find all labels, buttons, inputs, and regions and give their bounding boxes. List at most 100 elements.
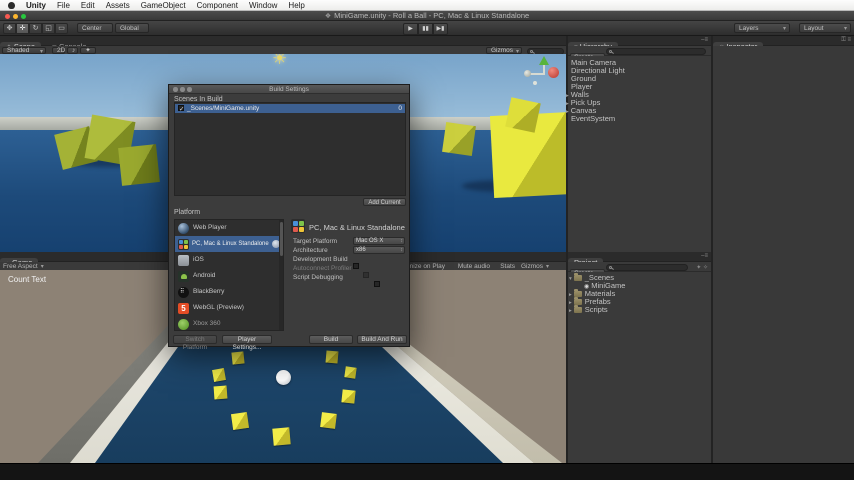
step-button[interactable]: ▶▮: [433, 22, 448, 35]
player-ball: [276, 370, 291, 385]
dialog-close-button[interactable]: [173, 87, 178, 92]
rect-tool-button[interactable]: ▭: [55, 22, 68, 34]
minimize-window-button[interactable]: [13, 13, 18, 19]
dialog-title: Build Settings: [269, 86, 309, 93]
scrollbar-thumb[interactable]: [279, 222, 283, 256]
inspector-panel: [713, 46, 854, 463]
global-local-toggle[interactable]: Global: [115, 23, 149, 33]
unity-editor-window: Unity File Edit Assets GameObject Compon…: [0, 0, 854, 480]
pickup-cube: [272, 427, 291, 446]
build-button[interactable]: Build: [309, 335, 353, 344]
directional-light-gizmo[interactable]: ☀: [272, 54, 287, 69]
pause-button[interactable]: ▮▮: [418, 22, 433, 35]
platform-blackberry[interactable]: BlackBerry: [175, 284, 283, 300]
project-folder-scripts[interactable]: ▸ Scripts: [569, 305, 608, 315]
x-axis-handle[interactable]: [548, 67, 559, 78]
standalone-platform-icon: [178, 238, 189, 250]
stats-toggle[interactable]: Stats: [500, 263, 515, 270]
add-current-button[interactable]: Add Current: [363, 198, 406, 206]
pan-tool-button[interactable]: ✥: [3, 22, 16, 34]
scene-gizmos-dropdown[interactable]: Gizmos ▾: [486, 47, 522, 55]
platform-android[interactable]: Android: [175, 268, 283, 284]
scene-pickup-cube[interactable]: [505, 97, 541, 133]
scene-audio-toggle[interactable]: ♪: [67, 47, 78, 54]
search-icon: [609, 50, 612, 53]
pivot-center-toggle[interactable]: Center: [77, 23, 113, 33]
script-debugging-label: Script Debugging: [293, 274, 343, 281]
xbox-platform-icon: [178, 318, 189, 330]
zoom-window-button[interactable]: [21, 13, 26, 19]
platform-web-player[interactable]: Web Player: [175, 220, 283, 236]
scene-list-item[interactable]: _Scenes/MiniGame.unity 0: [175, 104, 405, 114]
development-build-checkbox[interactable]: [353, 263, 359, 269]
platform-standalone[interactable]: PC, Mac & Linux Standalone: [175, 236, 283, 252]
target-platform-dropdown[interactable]: Mac OS X ↕: [353, 237, 405, 245]
y-axis-arrow[interactable]: [539, 56, 549, 65]
script-debugging-checkbox[interactable]: [373, 281, 380, 287]
rotate-tool-button[interactable]: ↻: [29, 22, 42, 34]
layout-dropdown[interactable]: Layout ▾: [799, 23, 851, 33]
updown-arrows-icon: ↕: [400, 238, 403, 244]
scene-effects-dropdown[interactable]: ✦: [80, 47, 96, 54]
panel-menu-icon[interactable]: ‒≡: [701, 37, 708, 43]
project-search-input[interactable]: [606, 263, 688, 271]
build-and-run-button[interactable]: Build And Run: [357, 335, 407, 344]
aspect-ratio-dropdown[interactable]: Free Aspect ▾: [3, 263, 44, 270]
platform-list[interactable]: Web Player PC, Mac & Linux Standalone iO…: [174, 219, 284, 331]
scene-enabled-checkbox[interactable]: [178, 105, 184, 114]
menu-component[interactable]: Component: [197, 0, 238, 11]
project-panel: ▾ _Scenes ◉ MiniGame ▸ Materials ▸ Prefabs ▸…: [568, 272, 711, 463]
chevron-down-icon: ▾: [782, 26, 786, 32]
dialog-title-bar[interactable]: Build Settings: [169, 85, 409, 94]
play-button[interactable]: ▶: [403, 22, 418, 35]
switch-platform-button: Switch Platform: [173, 335, 217, 351]
platform-webgl[interactable]: 5 WebGL (Preview): [175, 300, 283, 316]
inspector-lock-icon[interactable]: ⚿ ≡: [841, 37, 851, 44]
platform-ios[interactable]: iOS: [175, 252, 283, 268]
platform-list-scrollbar[interactable]: [279, 220, 283, 330]
menu-assets[interactable]: Assets: [106, 0, 130, 11]
pickup-cube: [231, 351, 245, 365]
menu-gameobject[interactable]: GameObject: [141, 0, 186, 11]
scale-tool-button[interactable]: ◱: [42, 22, 55, 34]
menu-unity[interactable]: Unity: [26, 0, 46, 11]
search-icon: [609, 266, 612, 269]
apple-menu-icon[interactable]: [8, 1, 15, 9]
close-window-button[interactable]: [5, 13, 10, 19]
scene-orientation-gizmo[interactable]: [524, 56, 566, 94]
menu-window[interactable]: Window: [249, 0, 277, 11]
status-bar: [0, 463, 854, 480]
game-gizmos-dropdown[interactable]: Gizmos ▾: [521, 263, 549, 270]
menu-help[interactable]: Help: [288, 0, 304, 11]
panel-menu-icon[interactable]: ‒≡: [701, 253, 708, 259]
shading-mode-dropdown[interactable]: Shaded ▾: [2, 47, 46, 55]
expand-arrow-icon[interactable]: ▸: [569, 308, 572, 314]
folder-icon: [573, 289, 582, 297]
project-filter-icons[interactable]: ✦ ✧: [696, 264, 708, 271]
layers-dropdown[interactable]: Layers ▾: [734, 23, 790, 33]
dialog-zoom-button[interactable]: [187, 87, 192, 92]
scenes-in-build-list[interactable]: _Scenes/MiniGame.unity 0: [174, 102, 406, 196]
platform-label: Platform: [174, 209, 201, 216]
menu-file[interactable]: File: [57, 0, 70, 11]
hierarchy-panel: Main Camera Directional Light Ground Pla…: [566, 56, 711, 252]
inspector-tabbar: ⊙Inspector ⚿ ≡: [713, 36, 854, 52]
updown-arrows-icon: ↕: [400, 247, 403, 253]
move-tool-button[interactable]: ✛: [16, 22, 29, 34]
menu-edit[interactable]: Edit: [81, 0, 95, 11]
collapse-arrow-icon[interactable]: ▾: [569, 276, 572, 282]
2d-toggle-button[interactable]: 2D: [52, 47, 65, 54]
hierarchy-search-input[interactable]: [606, 47, 706, 55]
scene-pickup-cube[interactable]: [118, 144, 160, 186]
platform-xbox360[interactable]: Xbox 360: [175, 316, 283, 332]
scene-pickup-cube[interactable]: [442, 122, 476, 156]
pickup-cube: [320, 412, 337, 429]
dialog-minimize-button[interactable]: [180, 87, 185, 92]
mute-audio-toggle[interactable]: Mute audio: [458, 263, 490, 270]
player-settings-button[interactable]: Player Settings...: [222, 335, 272, 351]
hierarchy-item-eventsystem[interactable]: EventSystem: [571, 115, 615, 123]
architecture-dropdown[interactable]: x86 ↕: [353, 246, 405, 254]
expand-arrow-icon[interactable]: ▸: [566, 109, 569, 115]
z-axis-handle[interactable]: [524, 70, 531, 77]
build-settings-dialog: Build Settings Scenes In Build _Scenes/M…: [168, 84, 410, 351]
